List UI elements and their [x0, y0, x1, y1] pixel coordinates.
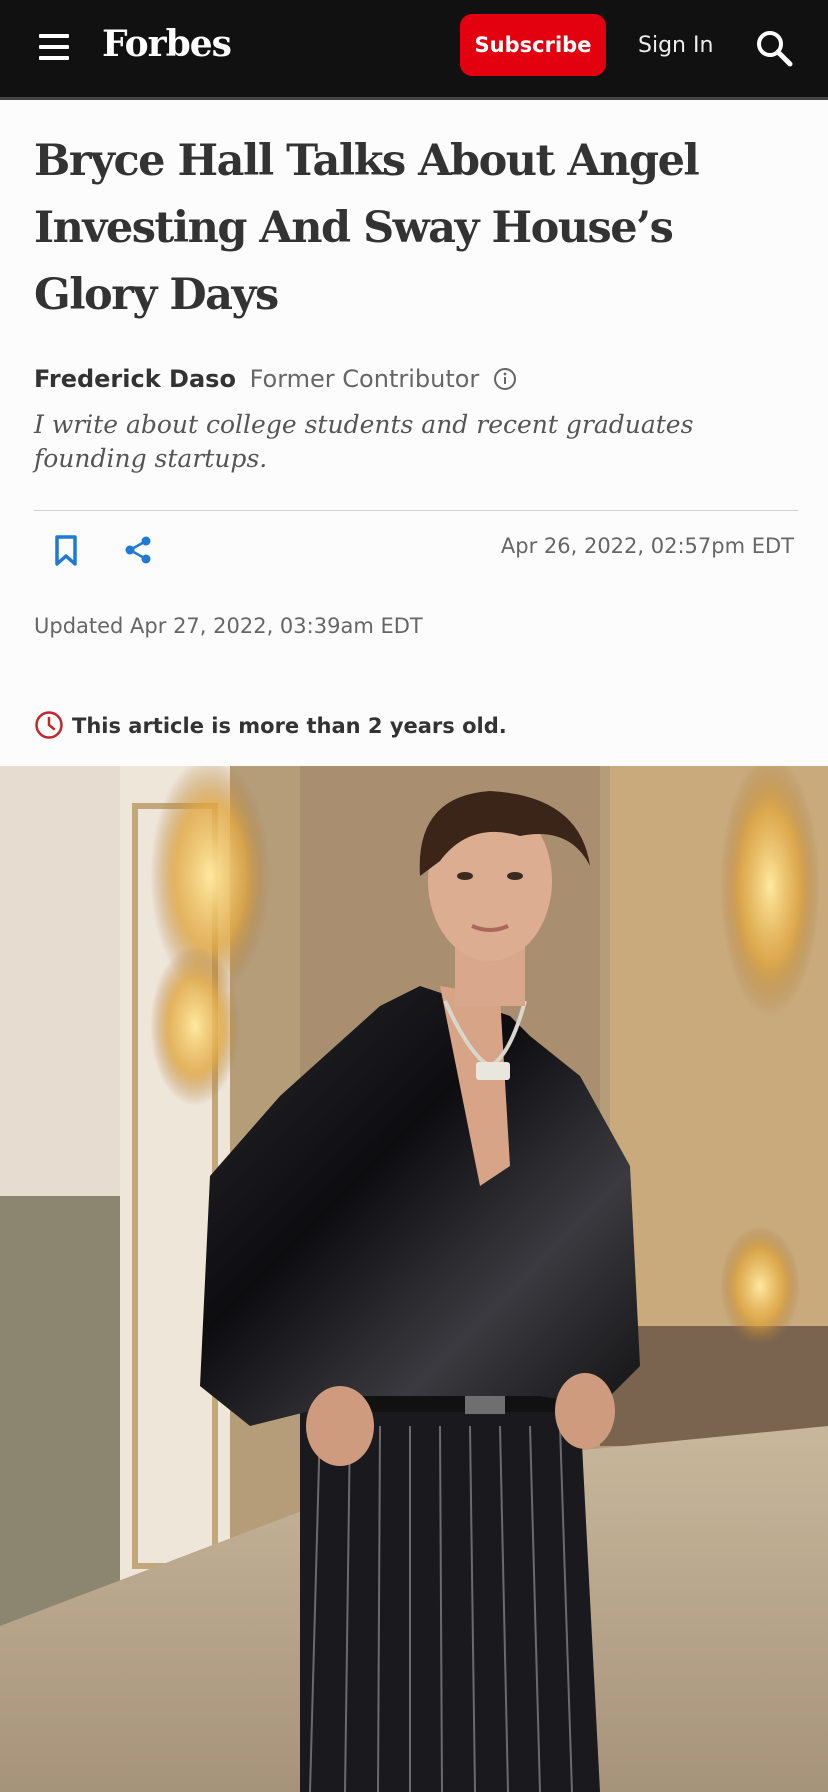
share-icon[interactable]	[122, 534, 154, 566]
age-notice-text: This article is more than 2 years old.	[72, 714, 507, 738]
divider	[34, 510, 798, 511]
info-icon[interactable]	[493, 367, 517, 391]
bookmark-icon[interactable]	[52, 534, 80, 568]
published-date: Apr 26, 2022, 02:57pm EDT	[500, 534, 794, 558]
top-navigation-bar: Forbes Subscribe Sign In	[0, 0, 828, 100]
clock-icon	[35, 711, 63, 739]
search-icon[interactable]	[752, 26, 796, 70]
author-name[interactable]: Frederick Daso	[34, 365, 236, 393]
hamburger-menu-icon[interactable]	[36, 30, 72, 66]
byline: Frederick Daso Former Contributor	[34, 362, 517, 396]
subscribe-button[interactable]: Subscribe	[460, 14, 606, 76]
hero-photo-illustration	[0, 766, 828, 1792]
hero-photo	[0, 766, 828, 1792]
author-bio: I write about college students and recen…	[34, 410, 694, 473]
updated-date: Updated Apr 27, 2022, 03:39am EDT	[34, 614, 423, 638]
article-age-notice: This article is more than 2 years old.	[34, 710, 507, 742]
forbes-logo[interactable]: Forbes	[102, 18, 232, 70]
sign-in-link[interactable]: Sign In	[638, 28, 713, 64]
article-title: Bryce Hall Talks About Angel Investing A…	[34, 136, 700, 320]
author-role: Former Contributor	[249, 365, 480, 393]
